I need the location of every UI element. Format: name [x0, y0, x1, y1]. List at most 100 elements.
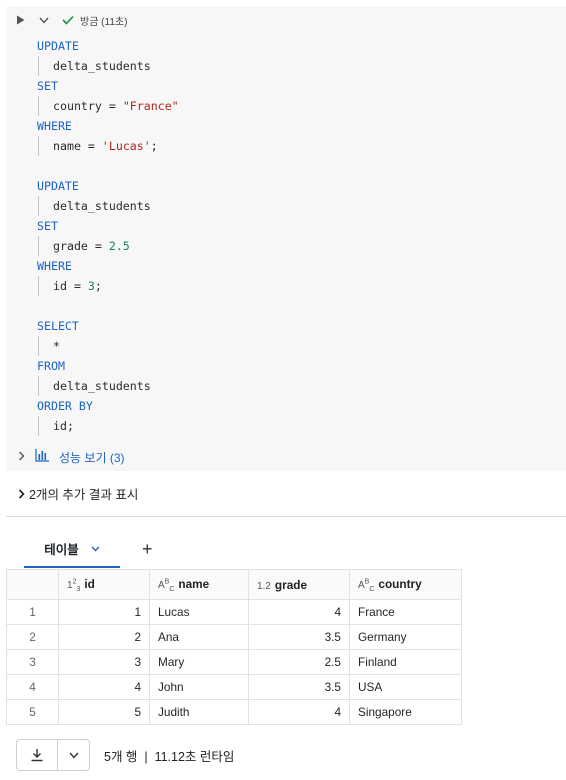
table-row[interactable]: 4 4 John 3.5 USA [6, 674, 462, 700]
download-options-button[interactable] [57, 740, 89, 770]
cell-country[interactable]: France [349, 599, 462, 625]
cell-country[interactable]: Finland [349, 649, 462, 675]
sql-keyword: SET [37, 79, 58, 93]
sql-string-literal: "France" [122, 99, 179, 113]
column-label: name [178, 576, 210, 591]
decimal-type-icon: 1.2 [257, 580, 271, 592]
cell-grade[interactable]: 3.5 [248, 674, 350, 700]
performance-toggle[interactable]: 성능 보기 (3) [18, 448, 125, 466]
cell-grade[interactable]: 4 [248, 599, 350, 625]
cell-name[interactable]: Ana [149, 624, 249, 650]
sql-text: ; [150, 139, 158, 153]
table-row[interactable]: 2 2 Ana 3.5 Germany [6, 624, 462, 650]
row-number: 1 [6, 599, 59, 625]
column-label: country [378, 576, 422, 591]
sql-keyword: SELECT [37, 319, 79, 333]
code-clause-line: delta_students [37, 376, 179, 396]
code-editor[interactable]: UPDATE delta_students SET country = "France… [37, 36, 179, 436]
chevron-down-icon[interactable] [91, 541, 100, 555]
performance-label: 성능 보기 (3) [59, 450, 125, 465]
tab-table-label: 테이블 [44, 542, 79, 557]
chevron-down-icon [68, 752, 79, 759]
table-row[interactable]: 1 1 Lucas 4 France [6, 599, 462, 625]
column-header-name[interactable]: ABC name [149, 569, 249, 600]
sql-text: grade = [53, 239, 109, 253]
check-icon [62, 15, 74, 25]
row-number-header [6, 569, 59, 600]
sql-keyword: ORDER BY [37, 399, 93, 413]
sql-expression: name = 'Lucas'; [38, 136, 158, 156]
column-header-grade[interactable]: 1.2 grade [248, 569, 350, 600]
sql-string-literal: 'Lucas' [101, 139, 151, 153]
cell-grade[interactable]: 3.5 [248, 624, 350, 650]
row-number: 3 [6, 649, 59, 675]
sql-number-literal: 2.5 [108, 239, 130, 253]
sql-keyword: FROM [37, 359, 65, 373]
divider [6, 516, 566, 517]
cell-id[interactable]: 2 [58, 624, 150, 650]
result-footer: 5개 행 | 11.12초 런타임 [16, 738, 234, 772]
table-row[interactable]: 3 3 Mary 2.5 Finland [6, 649, 462, 675]
download-button[interactable] [17, 740, 57, 770]
code-clause-line: delta_students [37, 196, 179, 216]
cell-name[interactable]: Mary [149, 649, 249, 675]
sql-text: id = [53, 279, 88, 293]
sql-keyword: WHERE [37, 119, 72, 133]
column-header-country[interactable]: ABC country [349, 569, 462, 600]
row-number: 4 [6, 674, 59, 700]
code-clause-line: country = "France" [37, 96, 179, 116]
sql-keyword: WHERE [37, 259, 72, 273]
code-clause-line: name = 'Lucas'; [37, 136, 179, 156]
show-more-results[interactable]: 2개의 추가 결과 표시 [18, 484, 138, 503]
string-type-icon: ABC [358, 578, 375, 593]
sql-identifier: * [38, 336, 60, 356]
run-status-text: 방금 (11초) [80, 16, 128, 28]
code-keyword-line: WHERE [37, 116, 179, 136]
code-keyword-line: SET [37, 216, 179, 236]
download-icon [31, 749, 43, 762]
table-header-row: 123 id ABC name 1.2 grade ABC country [6, 569, 462, 600]
column-header-id[interactable]: 123 id [58, 569, 150, 600]
chevron-down-icon[interactable] [38, 14, 50, 26]
result-tabs: 테이블 + [24, 530, 153, 568]
sql-number-literal: 3 [87, 279, 95, 293]
sql-identifier: delta_students [38, 376, 151, 396]
code-keyword-line: UPDATE [37, 176, 179, 196]
add-tab-button[interactable]: + [142, 539, 153, 560]
cell-header: 방금 (11초) [14, 10, 127, 30]
code-clause-line: id; [37, 416, 179, 436]
cell-country[interactable]: USA [349, 674, 462, 700]
tab-table[interactable]: 테이블 [24, 530, 120, 568]
code-keyword-line: FROM [37, 356, 179, 376]
code-keyword-line: WHERE [37, 256, 179, 276]
cell-country[interactable]: Germany [349, 624, 462, 650]
chevron-right-icon [18, 488, 25, 499]
sql-expression: grade = 2.5 [38, 236, 130, 256]
code-keyword-line: UPDATE [37, 36, 179, 56]
download-button-group [16, 739, 90, 771]
sql-identifier: delta_students [38, 56, 151, 76]
run-status: 방금 (11초) [62, 13, 127, 28]
code-keyword-line: SET [37, 76, 179, 96]
cell-grade[interactable]: 4 [248, 699, 350, 725]
chevron-right-icon [18, 450, 25, 464]
cell-name[interactable]: Lucas [149, 599, 249, 625]
run-icon[interactable] [14, 14, 26, 26]
cell-name[interactable]: Judith [149, 699, 249, 725]
sql-keyword: UPDATE [37, 179, 79, 193]
cell-name[interactable]: John [149, 674, 249, 700]
code-clause-line: grade = 2.5 [37, 236, 179, 256]
integer-type-icon: 123 [67, 578, 81, 593]
cell-grade[interactable]: 2.5 [248, 649, 350, 675]
column-label: grade [274, 577, 308, 592]
cell-id[interactable]: 1 [58, 599, 150, 625]
cell-id[interactable]: 5 [58, 699, 150, 725]
cell-id[interactable]: 3 [58, 649, 150, 675]
table-row[interactable]: 5 5 Judith 4 Singapore [6, 699, 462, 725]
cell-id[interactable]: 4 [58, 674, 150, 700]
sql-text: name = [53, 139, 102, 153]
cell-country[interactable]: Singapore [349, 699, 462, 725]
show-more-label: 2개의 추가 결과 표시 [29, 488, 139, 502]
